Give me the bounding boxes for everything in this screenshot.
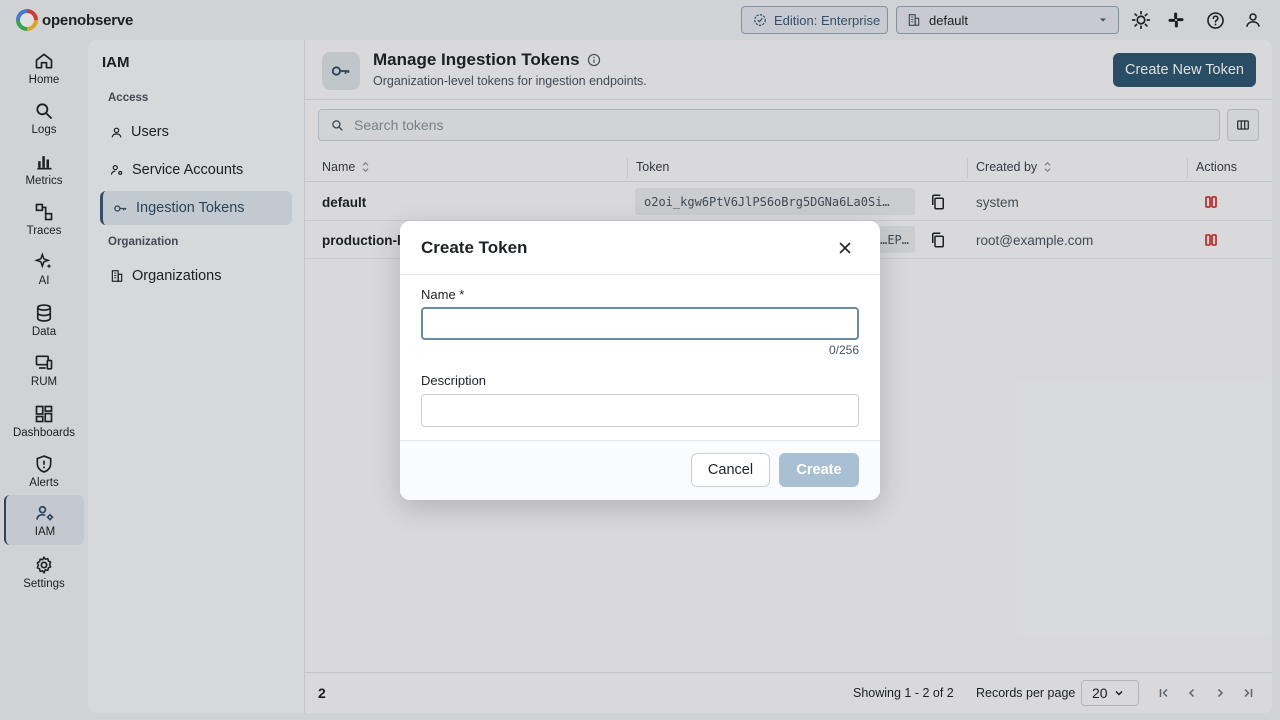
create-button[interactable]: Create — [779, 453, 859, 487]
dialog-header: Create Token — [400, 221, 880, 275]
name-char-counter: 0/256 — [828, 343, 859, 357]
create-token-dialog: Create Token Name * 0/256 Description Ca… — [400, 221, 880, 500]
description-field-label: Description — [421, 373, 487, 388]
dialog-footer: Cancel Create — [400, 440, 880, 500]
cancel-button[interactable]: Cancel — [691, 453, 770, 487]
name-field-label: Name * — [421, 287, 465, 302]
name-input[interactable] — [421, 307, 859, 340]
dialog-title: Create Token — [421, 238, 528, 257]
close-icon[interactable] — [837, 240, 853, 256]
description-input[interactable] — [421, 394, 859, 427]
